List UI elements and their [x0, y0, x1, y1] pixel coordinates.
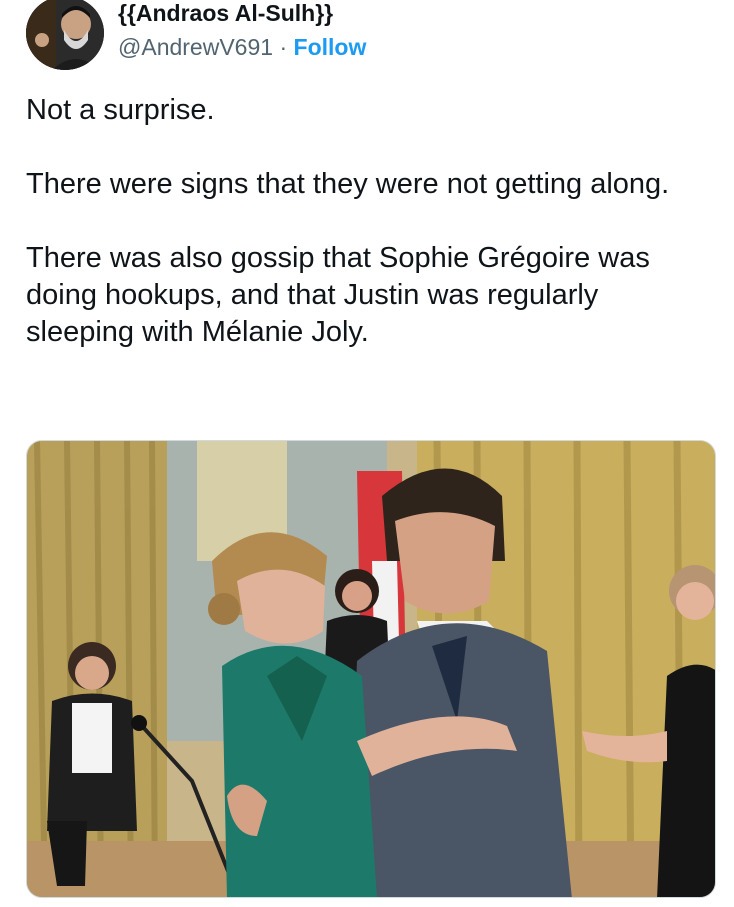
- follow-button[interactable]: Follow: [294, 34, 367, 60]
- author-handle-line: @AndrewV691 · Follow: [118, 34, 366, 60]
- tweet-photo[interactable]: [26, 440, 716, 898]
- tweet[interactable]: {{Andraos Al-Sulh}} @AndrewV691 · Follow…: [0, 0, 734, 907]
- tweet-header: {{Andraos Al-Sulh}} @AndrewV691 · Follow: [26, 0, 716, 74]
- tweet-paragraph: There were signs that they were not gett…: [26, 168, 670, 200]
- author-names: {{Andraos Al-Sulh}} @AndrewV691 · Follow: [118, 0, 366, 60]
- avatar-image: [26, 0, 104, 70]
- photo-image: [27, 441, 715, 897]
- tweet-text: Not a surprise. There were signs that th…: [26, 92, 706, 351]
- avatar[interactable]: [26, 0, 104, 70]
- author-display-name[interactable]: {{Andraos Al-Sulh}}: [118, 0, 366, 26]
- separator-dot: ·: [273, 34, 294, 60]
- tweet-paragraph: There was also gossip that Sophie Grégoi…: [26, 242, 650, 348]
- author-handle[interactable]: @AndrewV691: [118, 34, 273, 60]
- tweet-paragraph: Not a surprise.: [26, 94, 215, 126]
